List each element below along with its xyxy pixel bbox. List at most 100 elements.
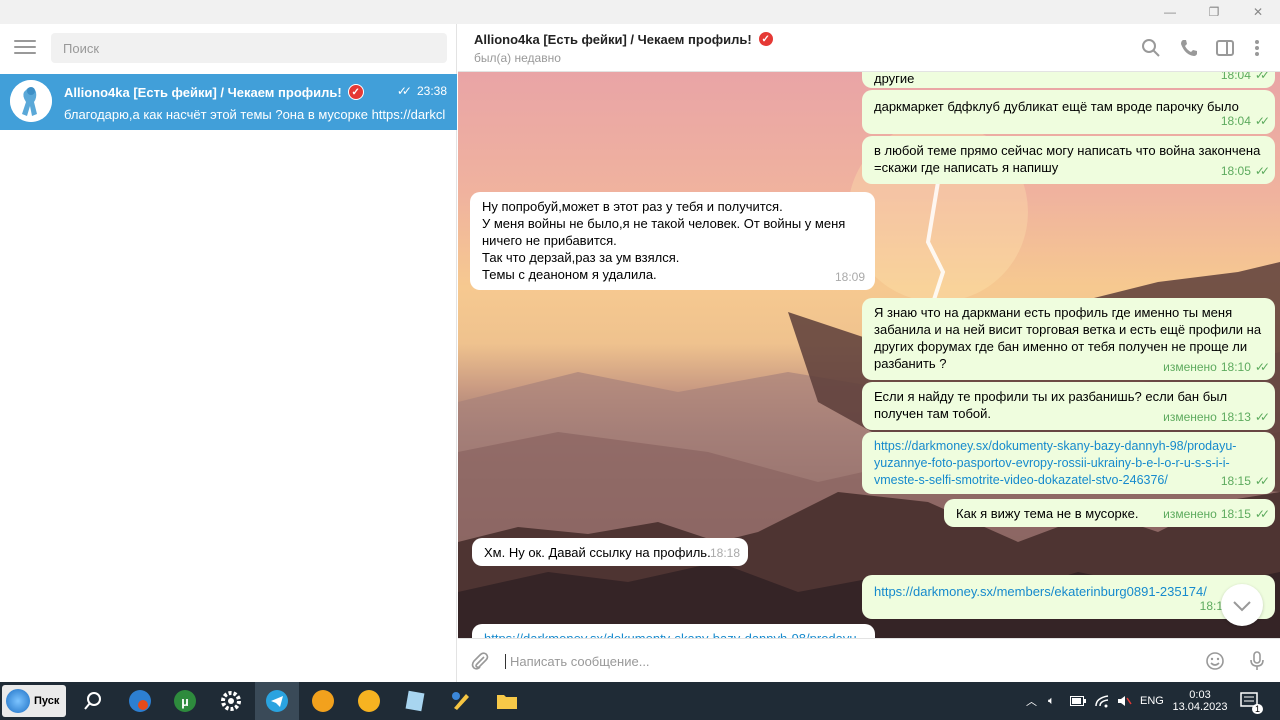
message-outgoing[interactable]: даркмаркет бдфклуб дубликат ещё там врод… bbox=[862, 90, 1275, 134]
message-composer: Написать сообщение... bbox=[458, 638, 1280, 682]
chat-list-panel: Поиск Alliono4ka [Есть фейки] / Чекаем п… bbox=[0, 24, 457, 682]
double-check-icon: ✓✓ bbox=[1254, 507, 1270, 521]
browser-icon[interactable] bbox=[127, 688, 153, 714]
chat-status: был(а) недавно bbox=[474, 51, 561, 65]
message-meta: 18:1 bbox=[1200, 598, 1223, 615]
message-time: 18:15 bbox=[1220, 474, 1251, 488]
notification-count: 1 bbox=[1252, 704, 1264, 714]
message-time: 18:05 bbox=[1220, 164, 1251, 178]
message-text: другие bbox=[874, 72, 915, 86]
chat-title-text: Alliono4ka [Есть фейки] / Чекаем профиль… bbox=[474, 31, 752, 47]
battery-icon[interactable] bbox=[1070, 682, 1086, 720]
message-time: 18:10 bbox=[1220, 360, 1251, 374]
telegram-icon bbox=[266, 690, 288, 712]
microphone-icon[interactable] bbox=[1247, 650, 1267, 672]
notification-center-icon[interactable]: 1 bbox=[1240, 682, 1264, 720]
message-meta: изменено 18:13 ✓✓ bbox=[1163, 409, 1270, 426]
minimize-button[interactable]: — bbox=[1148, 0, 1192, 24]
message-meta: 18:18 bbox=[710, 545, 740, 562]
message-text: Хм. Ну ок. Давай ссылку на профиль. bbox=[484, 545, 711, 560]
clock-time: 0:03 bbox=[1189, 689, 1211, 701]
file-explorer-icon[interactable] bbox=[494, 688, 520, 714]
message-text: даркмаркет бдфклуб дубликат ещё там врод… bbox=[874, 99, 1239, 114]
wifi-icon[interactable] bbox=[1094, 682, 1110, 720]
message-time: 18:18 bbox=[709, 546, 740, 560]
message-list: другие 18:04 ✓✓ даркмаркет бдфклуб дублик… bbox=[458, 72, 1280, 638]
search-input[interactable]: Поиск bbox=[51, 33, 447, 63]
double-check-icon: ✓✓ bbox=[1254, 164, 1270, 178]
maximize-button[interactable]: ❐ bbox=[1192, 0, 1236, 24]
emoji-icon[interactable] bbox=[1205, 651, 1225, 671]
double-check-icon: ✓✓ bbox=[396, 84, 412, 98]
window-titlebar: — ❐ ✕ bbox=[0, 0, 1280, 24]
hamburger-menu-icon[interactable] bbox=[14, 40, 36, 56]
message-outgoing[interactable]: Как я вижу тема не в мусорке. изменено 18… bbox=[944, 499, 1275, 527]
telegram-taskbar-item[interactable] bbox=[255, 682, 299, 720]
message-meta: изменено 18:15 ✓✓ bbox=[1163, 506, 1270, 523]
edited-label: изменено bbox=[1163, 360, 1217, 374]
utorrent-icon[interactable]: µ bbox=[172, 688, 198, 714]
message-outgoing[interactable]: другие 18:04 ✓✓ bbox=[862, 72, 1275, 88]
message-meta: 18:15 ✓✓ bbox=[1220, 473, 1270, 490]
message-link[interactable]: https://darkmoney.sx/dokumenty-skany-baz… bbox=[874, 438, 1263, 489]
attach-icon[interactable] bbox=[470, 651, 490, 671]
start-button[interactable]: Пуск bbox=[2, 685, 66, 717]
language-indicator[interactable]: ENG bbox=[1140, 682, 1164, 720]
taskbar: Пуск µ ︿ 🔈︎ ENG 0:03 13.04.2023 1 bbox=[0, 682, 1280, 720]
message-outgoing[interactable]: https://darkmoney.sx/members/ekaterinbur… bbox=[862, 575, 1275, 619]
close-button[interactable]: ✕ bbox=[1236, 0, 1280, 24]
edited-label: изменено bbox=[1163, 507, 1217, 521]
show-hidden-icons-icon[interactable]: ︿ bbox=[1026, 682, 1037, 720]
chat-name-text: Alliono4ka [Есть фейки] / Чекаем профиль… bbox=[64, 84, 342, 100]
message-text: в любой теме прямо сейчас могу написать … bbox=[874, 143, 1261, 175]
more-options-icon[interactable] bbox=[1247, 38, 1267, 58]
message-incoming[interactable]: https://darkmoney.sx/dokumenty-skany-baz… bbox=[472, 624, 875, 638]
scroll-down-button[interactable] bbox=[1221, 584, 1263, 626]
verified-icon: ✓ bbox=[347, 84, 364, 100]
app-icon-orange[interactable] bbox=[310, 688, 336, 714]
message-text: Ну попробуй,может в этот раз у тебя и по… bbox=[482, 199, 846, 282]
message-meta: изменено 18:10 ✓✓ bbox=[1163, 359, 1270, 376]
message-link[interactable]: https://darkmoney.sx/dokumenty-skany-baz… bbox=[484, 630, 863, 638]
message-outgoing[interactable]: Я знаю что на даркмани есть профиль где … bbox=[862, 298, 1275, 380]
message-incoming[interactable]: Ну попробуй,может в этот раз у тебя и по… bbox=[470, 192, 875, 290]
message-meta: 18:04 ✓✓ bbox=[1220, 113, 1270, 130]
double-check-icon: ✓✓ bbox=[1254, 72, 1270, 82]
svg-text:µ: µ bbox=[181, 694, 189, 709]
verified-icon: ✓ bbox=[757, 31, 774, 47]
chat-time: ✓✓ 23:38 bbox=[397, 84, 447, 98]
volume-muted-icon[interactable] bbox=[1116, 682, 1132, 720]
double-check-icon: ✓✓ bbox=[1254, 410, 1270, 424]
message-meta: 18:04 ✓✓ bbox=[1220, 72, 1270, 84]
message-time: 18:13 bbox=[1220, 410, 1251, 424]
clock-date: 13.04.2023 bbox=[1172, 701, 1228, 713]
message-time: 18:04 bbox=[1220, 72, 1251, 82]
chevron-down-icon bbox=[1233, 601, 1251, 612]
message-outgoing[interactable]: Если я найду те профили ты их разбанишь?… bbox=[862, 382, 1275, 430]
search-icon[interactable] bbox=[1141, 38, 1161, 58]
search-icon[interactable] bbox=[80, 688, 106, 714]
message-meta: 18:05 ✓✓ bbox=[1220, 163, 1270, 180]
notes-app-icon[interactable] bbox=[402, 688, 428, 714]
message-time: 18:1 bbox=[1199, 599, 1223, 613]
clock[interactable]: 0:03 13.04.2023 bbox=[1172, 682, 1228, 720]
chat-name: Alliono4ka [Есть фейки] / Чекаем профиль… bbox=[64, 84, 364, 100]
message-outgoing[interactable]: https://darkmoney.sx/dokumenty-skany-baz… bbox=[862, 432, 1275, 494]
speaker-icon[interactable]: 🔈︎ bbox=[1048, 682, 1055, 720]
paint-app-icon[interactable] bbox=[448, 688, 474, 714]
avatar bbox=[10, 80, 52, 122]
chat-preview: благодарю,а как насчёт этой темы ?она в … bbox=[64, 107, 446, 122]
chat-title[interactable]: Alliono4ka [Есть фейки] / Чекаем профиль… bbox=[474, 31, 774, 47]
settings-gear-icon[interactable] bbox=[218, 688, 244, 714]
message-input[interactable]: Написать сообщение... bbox=[505, 654, 650, 669]
message-meta: 18:09 bbox=[835, 269, 865, 286]
sidebar-toggle-icon[interactable] bbox=[1215, 38, 1235, 58]
message-time: 18:15 bbox=[1220, 507, 1251, 521]
message-time: 18:04 bbox=[1220, 114, 1251, 128]
double-check-icon: ✓✓ bbox=[1254, 360, 1270, 374]
chat-list-item[interactable]: Alliono4ka [Есть фейки] / Чекаем профиль… bbox=[0, 74, 457, 130]
phone-icon[interactable] bbox=[1179, 38, 1199, 58]
app-icon-orange-2[interactable] bbox=[356, 688, 382, 714]
message-outgoing[interactable]: в любой теме прямо сейчас могу написать … bbox=[862, 136, 1275, 184]
message-incoming[interactable]: Хм. Ну ок. Давай ссылку на профиль. 18:1… bbox=[472, 538, 748, 566]
